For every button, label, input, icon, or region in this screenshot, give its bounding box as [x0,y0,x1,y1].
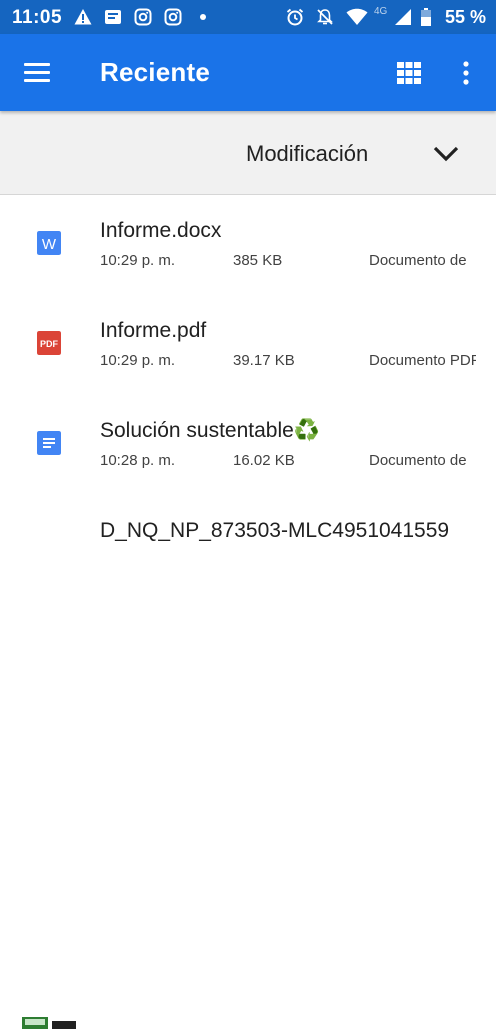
signal-icon [395,9,411,25]
instagram-icon [164,8,182,26]
app-bar: Reciente [0,34,496,111]
dot-icon [200,14,206,20]
hamburger-menu-icon[interactable] [24,63,52,83]
message-icon [105,10,121,24]
file-size: 16.02 KB [233,452,295,469]
file-name: Informe.pdf [100,319,207,342]
wifi-icon [346,8,368,25]
file-type: Documento PDF [369,352,476,369]
file-size: 39.17 KB [233,352,295,369]
mute-icon [317,9,333,25]
battery-percent: 55 % [444,7,486,27]
image-thumbnail-icon [22,1017,76,1029]
file-type: Documento de [369,252,467,269]
file-size: 385 KB [233,252,283,269]
status-bar: 11:05 4G 55 % [0,0,496,34]
file-name: Informe.docx [100,219,222,242]
pdf-icon: PDF [37,331,61,355]
warning-icon [74,9,92,25]
svg-text:PDF: PDF [40,339,59,349]
file-type: Documento de [369,452,467,469]
file-name: D_NQ_NP_873503-MLC4951041559 [100,519,450,542]
file-time: 10:29 p. m. [100,252,176,269]
alarm-icon [286,8,304,26]
chevron-down-icon[interactable] [432,145,460,163]
battery-icon [421,8,431,26]
status-time: 11:05 [12,7,63,28]
network-type: 4G [374,6,388,17]
sort-header[interactable]: Modificación [0,111,496,195]
file-time: 10:28 p. m. [100,452,176,469]
word-icon: W [37,231,61,255]
svg-text:W: W [42,236,57,253]
grid-view-icon[interactable] [396,61,422,85]
docs-icon [37,431,61,455]
file-row[interactable]: Solución sustentable♻️ 10:28 p. m. 16.02… [0,395,496,495]
file-row[interactable]: W Informe.docx 10:29 p. m. 385 KB Docume… [0,195,496,295]
file-time: 10:29 p. m. [100,352,176,369]
page-title: Reciente [100,57,210,87]
more-vert-icon[interactable] [456,58,476,88]
instagram-icon [134,8,152,26]
file-row[interactable]: D_NQ_NP_873503-MLC4951041559 [0,495,496,1029]
file-row[interactable]: PDF Informe.pdf 10:29 p. m. 39.17 KB Doc… [0,295,496,395]
file-name: Solución sustentable♻️ [100,419,320,442]
sort-label: Modificación [246,141,369,166]
